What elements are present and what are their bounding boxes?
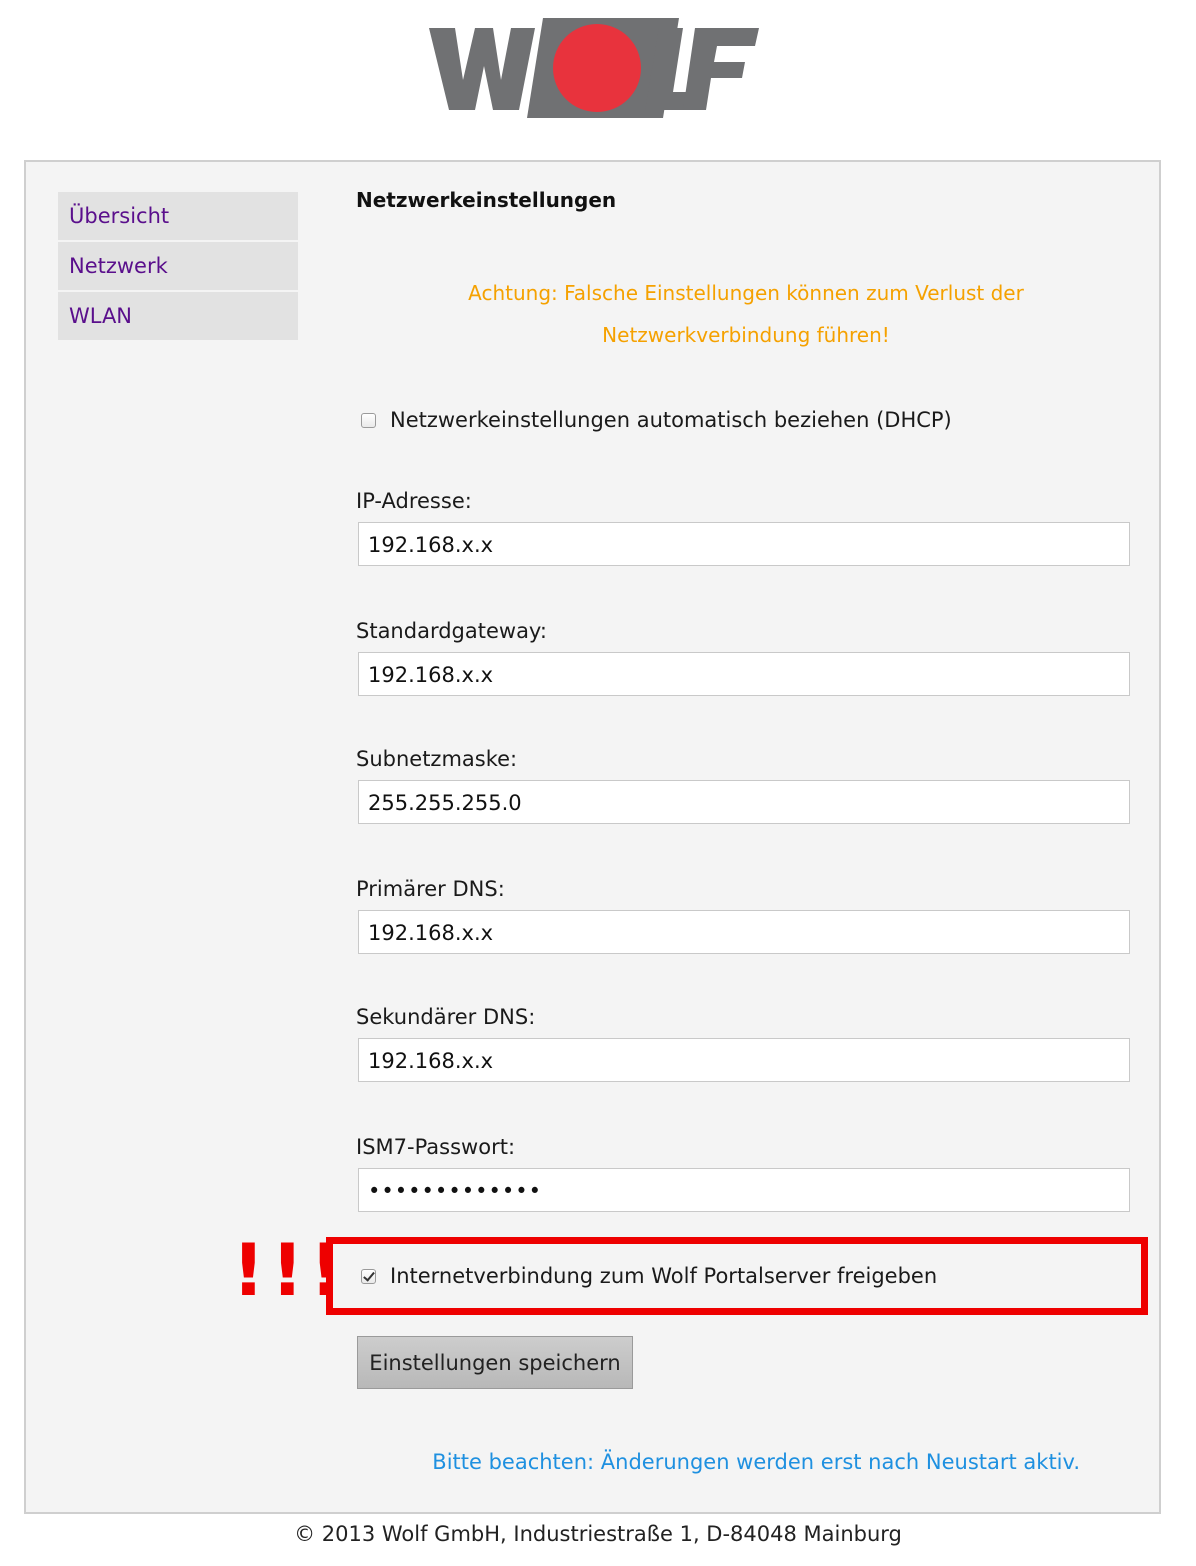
warning-line-2: Netzwerkverbindung führen! <box>602 323 890 347</box>
dhcp-checkbox[interactable] <box>361 412 376 428</box>
ism7-password-label: ISM7-Passwort: <box>356 1135 516 1159</box>
warning-message: Achtung: Falsche Einstellungen können zu… <box>356 272 1136 356</box>
gateway-label: Standardgateway: <box>356 619 547 643</box>
exclamation-annotation: !!! <box>232 1228 349 1312</box>
page-title: Netzwerkeinstellungen <box>356 188 617 212</box>
primary-dns-label: Primärer DNS: <box>356 877 505 901</box>
subnet-mask-label: Subnetzmaske: <box>356 747 518 771</box>
gateway-input[interactable]: 192.168.x.x <box>358 652 1130 696</box>
save-button[interactable]: Einstellungen speichern <box>357 1336 633 1389</box>
primary-dns-input[interactable]: 192.168.x.x <box>358 910 1130 954</box>
sidebar-nav: Übersicht Netzwerk WLAN <box>58 192 298 342</box>
settings-panel: Übersicht Netzwerk WLAN Netzwerkeinstell… <box>24 160 1161 1514</box>
ip-address-input[interactable]: 192.168.x.x <box>358 522 1130 566</box>
secondary-dns-input[interactable]: 192.168.x.x <box>358 1038 1130 1082</box>
wolf-logo-graphic <box>429 18 759 118</box>
footer-copyright: © 2013 Wolf GmbH, Industriestraße 1, D-8… <box>294 1522 902 1546</box>
nav-item-wlan[interactable]: WLAN <box>58 292 298 340</box>
ism7-password-input[interactable]: ••••••••••••• <box>358 1168 1130 1212</box>
nav-item-netzwerk[interactable]: Netzwerk <box>58 242 298 290</box>
highlight-annotation-box <box>326 1237 1148 1315</box>
warning-line-1: Achtung: Falsche Einstellungen können zu… <box>468 281 1024 305</box>
secondary-dns-label: Sekundärer DNS: <box>356 1005 536 1029</box>
subnet-mask-input[interactable]: 255.255.255.0 <box>358 780 1130 824</box>
nav-item-uebersicht[interactable]: Übersicht <box>58 192 298 240</box>
dhcp-label: Netzwerkeinstellungen automatisch bezieh… <box>390 408 952 432</box>
restart-note: Bitte beachten: Änderungen werden erst n… <box>432 1450 1080 1474</box>
dhcp-option: Netzwerkeinstellungen automatisch bezieh… <box>361 408 952 432</box>
wolf-logo <box>427 18 759 118</box>
ip-address-label: IP-Adresse: <box>356 489 472 513</box>
